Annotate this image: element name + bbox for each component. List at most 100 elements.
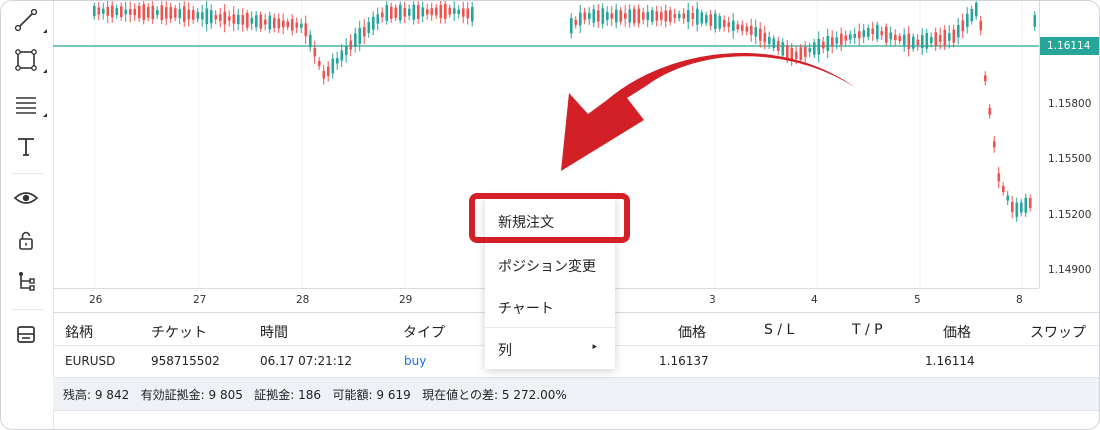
- candle-body: [160, 5, 164, 20]
- column-header-swap[interactable]: スワップ: [1030, 322, 1086, 342]
- candle-body: [741, 25, 744, 31]
- rectangle-icon[interactable]: [11, 45, 47, 75]
- candle-body: [831, 37, 834, 47]
- candle-body: [997, 173, 1001, 182]
- trend-line-icon[interactable]: [11, 5, 47, 35]
- candle-body: [664, 10, 668, 22]
- candle-body: [394, 7, 398, 18]
- candle-body: [592, 9, 596, 23]
- candle-body: [759, 28, 762, 41]
- candle-body: [853, 33, 857, 38]
- candle-body: [772, 38, 776, 48]
- candle-body: [313, 48, 317, 57]
- candle-body: [597, 10, 600, 22]
- candle-body: [948, 32, 951, 41]
- candle-body: [642, 12, 645, 20]
- current-price-label: 1.16114: [1040, 37, 1099, 55]
- menu-item-modify-position[interactable]: ポジション変更: [485, 243, 615, 285]
- candle-body: [273, 18, 276, 28]
- lock-icon[interactable]: [11, 225, 41, 255]
- price-label: 1.15500: [1048, 153, 1092, 165]
- candle-body: [876, 24, 879, 40]
- column-header-ticket[interactable]: チケット: [151, 322, 207, 342]
- candle-body: [408, 8, 411, 16]
- candle-body: [606, 11, 609, 21]
- candle-body: [844, 35, 848, 41]
- candle-body: [781, 42, 785, 56]
- candle-body: [282, 20, 285, 28]
- account-summary-text: 残高: 9 842 有効証拠金: 9 805 証拠金: 186 可能額: 9 6…: [63, 388, 567, 402]
- drawing-toolbar: [1, 1, 54, 429]
- candle-body: [993, 141, 996, 148]
- panel-toggle-icon[interactable]: [11, 319, 41, 349]
- candle-body: [291, 19, 294, 31]
- toolbar-divider: [11, 173, 43, 174]
- eye-icon[interactable]: [11, 183, 41, 213]
- candle-body: [264, 19, 267, 25]
- column-header-symbol[interactable]: 銘柄: [65, 322, 93, 342]
- column-header-open-price[interactable]: 価格: [678, 322, 706, 342]
- candle-body: [196, 11, 200, 19]
- candle-body: [930, 36, 933, 44]
- candle-body: [268, 15, 272, 30]
- time-label: 5: [914, 294, 921, 306]
- candle-body: [655, 11, 659, 21]
- candle-body: [984, 75, 987, 82]
- candle-body: [885, 26, 888, 43]
- candle-body: [147, 7, 150, 18]
- candle-body: [709, 14, 713, 26]
- text-icon[interactable]: [11, 131, 41, 161]
- candle-body: [619, 10, 623, 22]
- candle-body: [412, 4, 416, 20]
- candle-body: [435, 7, 438, 16]
- column-header-tp[interactable]: T / P: [852, 322, 883, 338]
- column-header-price[interactable]: 価格: [943, 322, 971, 342]
- candle-body: [673, 13, 677, 19]
- candle-body: [790, 47, 794, 61]
- candle-body: [700, 12, 704, 24]
- column-header-sl[interactable]: S / L: [764, 322, 794, 338]
- candle-body: [376, 14, 380, 24]
- candle-body: [444, 3, 447, 19]
- price-label: 1.14900: [1048, 264, 1092, 276]
- candle-body: [822, 41, 825, 49]
- candle-body: [682, 13, 686, 19]
- candle-body: [1002, 185, 1005, 193]
- menu-item-label: 列: [498, 343, 512, 359]
- menu-item-columns[interactable]: 列 ▸: [485, 327, 615, 369]
- candle-body: [826, 36, 830, 51]
- object-tree-icon[interactable]: [11, 267, 41, 297]
- candle-body: [966, 13, 969, 27]
- price-label: 1.15200: [1048, 209, 1092, 221]
- candle-body: [1011, 201, 1014, 213]
- candle-body: [975, 2, 978, 17]
- price-scale[interactable]: 1.16114 1.15800 1.15500 1.15200 1.14900: [1039, 1, 1099, 288]
- candle-body: [970, 8, 974, 22]
- candle-body: [817, 39, 821, 55]
- candle-body: [880, 31, 884, 36]
- candle-body: [372, 16, 375, 30]
- candle-body: [1033, 15, 1037, 27]
- candle-body: [646, 11, 650, 21]
- time-label: 27: [193, 294, 207, 306]
- candle-body: [246, 12, 249, 28]
- candle-body: [637, 8, 641, 24]
- candle-body: [849, 34, 852, 40]
- price-label: 1.15800: [1048, 98, 1092, 110]
- column-header-type[interactable]: タイプ: [403, 322, 445, 342]
- time-label: 28: [296, 294, 310, 306]
- candle-body: [732, 20, 735, 31]
- candle-body: [696, 8, 699, 25]
- candle-body: [210, 10, 213, 24]
- cell-type: buy: [404, 354, 427, 368]
- candle-body: [174, 8, 177, 18]
- candle-body: [669, 10, 672, 22]
- column-header-time[interactable]: 時間: [260, 322, 288, 342]
- candle-body: [1015, 202, 1019, 217]
- candle-body: [255, 15, 258, 28]
- candle-body: [336, 58, 339, 64]
- menu-item-chart[interactable]: チャート: [485, 285, 615, 327]
- fib-levels-icon[interactable]: [11, 89, 47, 119]
- candle-body: [390, 6, 393, 19]
- candle-body: [705, 15, 708, 23]
